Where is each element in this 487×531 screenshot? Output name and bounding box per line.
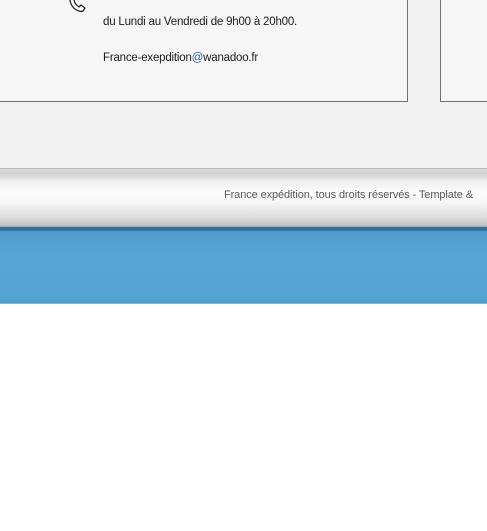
email-user: France-exepdition: [103, 52, 192, 64]
email-at-sign: @: [191, 52, 204, 64]
band-shadow: [0, 227, 487, 231]
opening-hours: du Lundi au Vendredi de 9h00 à 20h00.: [103, 16, 298, 28]
contact-email[interactable]: France-exepdition@wanadoo.fr: [103, 52, 258, 64]
side-panel: [440, 0, 487, 102]
footer-bar: France expédition, tous droits réservés …: [0, 168, 487, 227]
page: du Lundi au Vendredi de 9h00 à 20h00. Fr…: [0, 0, 487, 531]
content-area: du Lundi au Vendredi de 9h00 à 20h00. Fr…: [0, 0, 487, 168]
contact-box: du Lundi au Vendredi de 9h00 à 20h00. Fr…: [0, 0, 408, 102]
blank-area: [0, 304, 487, 531]
phone-icon: [67, 0, 91, 15]
copyright-text: France expédition, tous droits réservés …: [224, 189, 473, 201]
email-domain: wanadoo.fr: [203, 52, 259, 64]
bottom-blue-band: [0, 227, 487, 304]
